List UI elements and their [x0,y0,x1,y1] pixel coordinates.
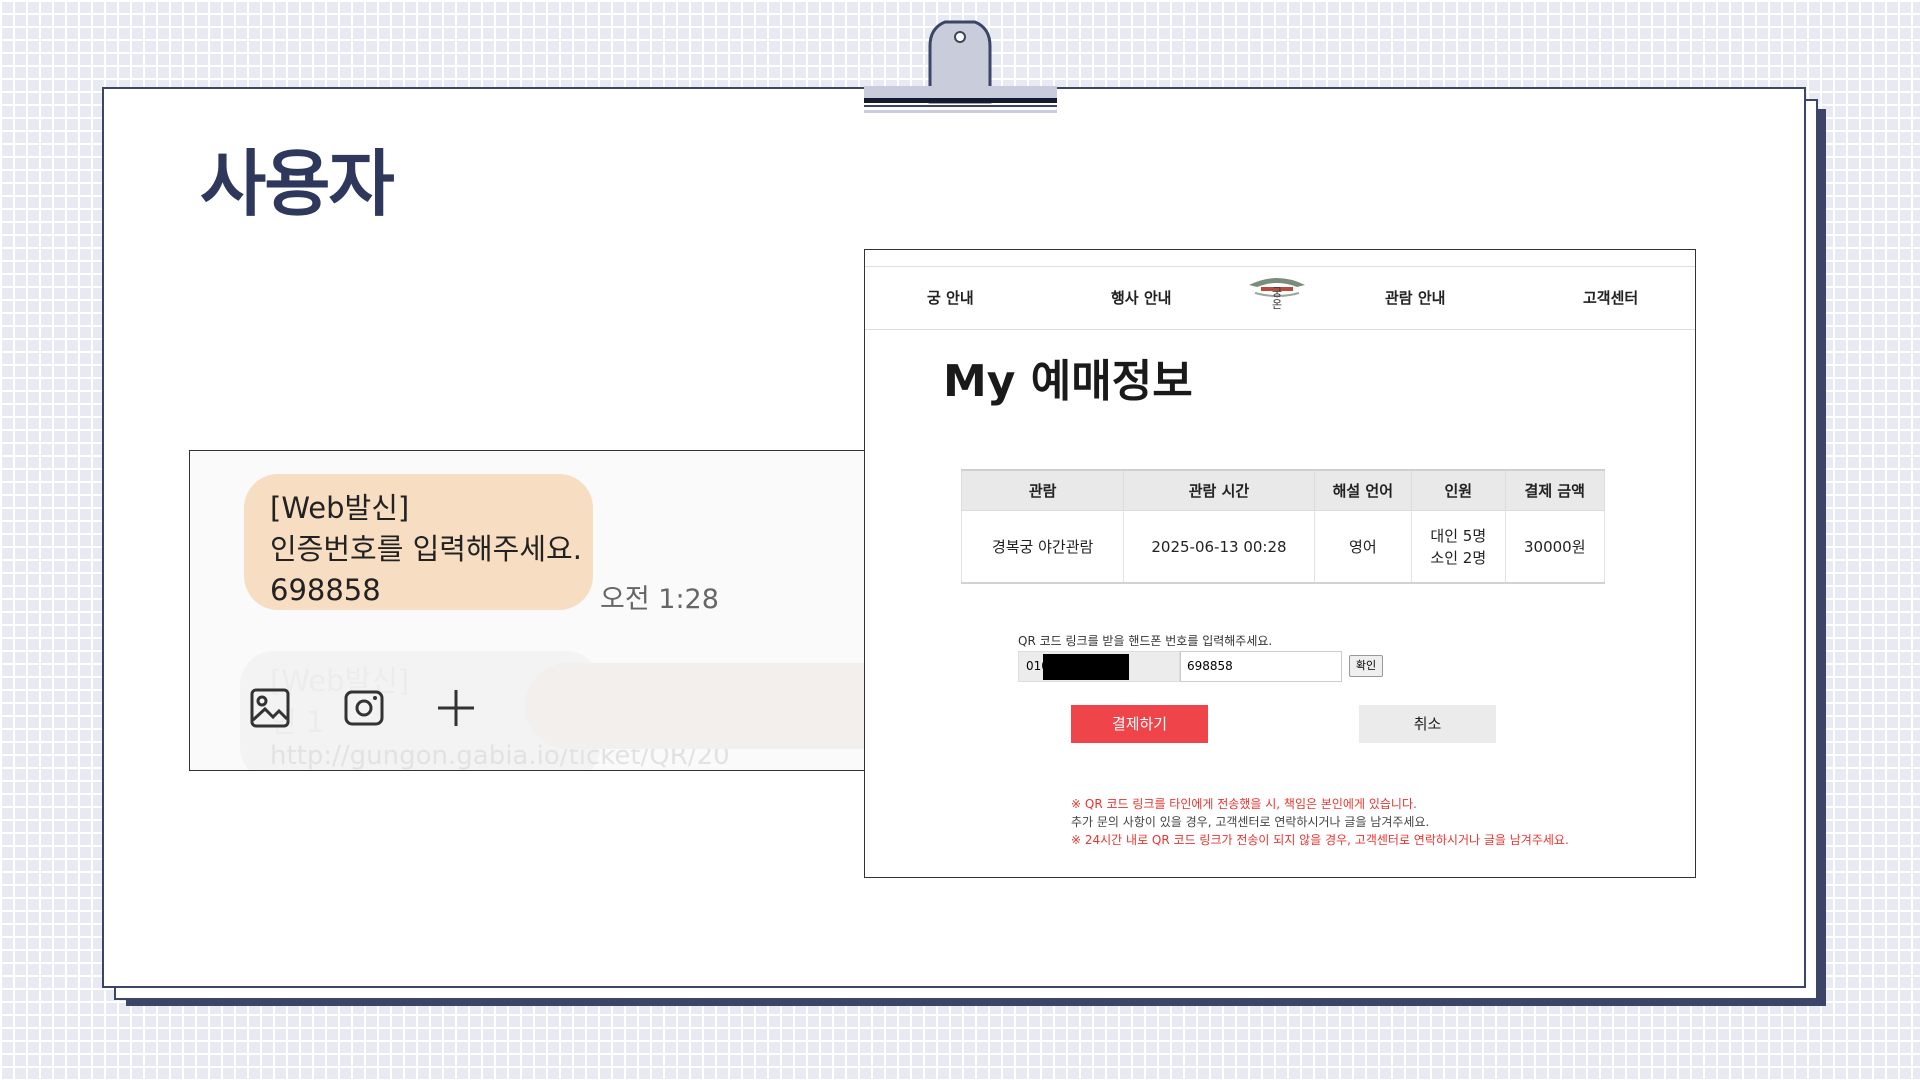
top-nav: 궁 안내 행사 안내 궁온 관람 안내 고객센터 [865,266,1695,330]
sms-line-code: 698858 [270,573,381,607]
message-input[interactable] [525,663,864,749]
verification-code-field[interactable]: 698858 [1180,651,1342,682]
table-header-row: 관람 관람 시간 해설 언어 인원 결제 금액 [960,469,1606,511]
table-row: 경복궁 야간관람 2025-06-13 00:28 영어 대인 5명 소인 2명… [960,510,1606,584]
column-header: 관람 시간 [1123,469,1315,511]
confirm-button[interactable]: 확인 [1349,655,1383,677]
booking-title: My 예매정보 [943,356,1193,407]
sms-message-bubble: [Web발신] 인증번호를 입력해주세요. 698858 [244,474,593,610]
sms-line-body: 인증번호를 입력해주세요. [270,532,582,566]
nav-visit-info[interactable]: 관람 안내 [1385,287,1445,308]
nav-palace-info[interactable]: 궁 안내 [927,287,974,308]
notice-line: 추가 문의 사항이 있을 경우, 고객센터로 연락하시거나 글을 남겨주세요. [1071,815,1430,829]
people-cell: 대인 5명 소인 2명 [1411,510,1506,584]
plus-icon[interactable] [434,686,478,730]
notice-line: ※ 24시간 내로 QR 코드 링크가 전송이 되지 않을 경우, 고객센터로 … [1071,833,1569,847]
notice-text: ※ QR 코드 링크를 타인에게 전송했을 시, 책임은 본인에게 있습니다. … [1071,795,1569,849]
sms-screenshot: [Web발신] 인 1 http://gungon.gabia.io/ticke… [189,450,865,771]
price-cell: 30000원 [1504,510,1606,584]
nav-event-info[interactable]: 행사 안내 [1111,287,1171,308]
time-cell: 2025-06-13 00:28 [1123,510,1315,584]
gallery-icon[interactable] [248,686,292,730]
reservation-table: 관람 관람 시간 해설 언어 인원 결제 금액 경복궁 야간관람 2025-06… [960,469,1606,584]
page-title: 사용자 [200,142,395,226]
language-cell: 영어 [1313,510,1413,584]
nav-customer-center[interactable]: 고객센터 [1583,287,1638,308]
column-header: 해설 언어 [1313,469,1413,511]
booking-page-screenshot: 궁 안내 행사 안내 궁온 관람 안내 고객센터 My 예매정보 관람 관람 시… [864,249,1696,878]
column-header: 인원 [1411,469,1506,511]
tour-cell: 경복궁 야간관람 [960,510,1125,584]
camera-icon[interactable] [342,686,386,730]
qr-phone-label: QR 코드 링크를 받을 핸드폰 번호를 입력해주세요. [1018,634,1273,648]
cancel-button[interactable]: 취소 [1359,705,1496,743]
binder-clip-icon [864,20,1057,113]
redaction-bar [1043,654,1129,680]
adults-count: 대인 5명 [1430,526,1487,545]
column-header: 결제 금액 [1504,469,1606,511]
site-logo[interactable]: 궁온 [1247,269,1307,327]
notice-line: ※ QR 코드 링크를 타인에게 전송했을 시, 책임은 본인에게 있습니다. [1071,797,1417,811]
logo-text: 궁온 [1271,286,1283,311]
column-header: 관람 [960,469,1125,511]
pay-button[interactable]: 결제하기 [1071,705,1208,743]
phone-number-field[interactable]: 010 [1018,651,1180,682]
sms-line-sender: [Web발신] [270,491,410,525]
sms-timestamp: 오전 1:28 [600,584,719,615]
children-count: 소인 2명 [1430,548,1487,567]
